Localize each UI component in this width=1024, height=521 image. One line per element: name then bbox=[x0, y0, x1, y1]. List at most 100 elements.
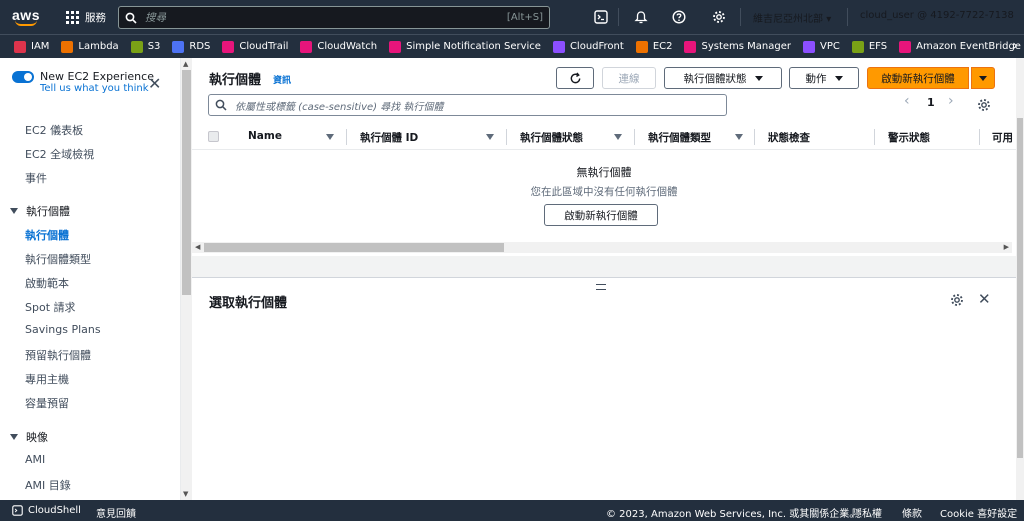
column-separator[interactable] bbox=[754, 129, 755, 145]
new-experience-toggle[interactable] bbox=[12, 71, 34, 83]
sidebar-item[interactable]: EC2 儀表板 bbox=[25, 122, 83, 138]
sidebar-item[interactable]: AMI 目錄 bbox=[25, 477, 71, 493]
split-panel-drag-handle-icon[interactable] bbox=[596, 284, 606, 290]
sidebar-item[interactable]: Spot 請求 bbox=[25, 299, 76, 315]
sidebar-item[interactable]: 執行個體 bbox=[25, 227, 69, 243]
actions-dropdown[interactable]: 動作 bbox=[789, 67, 859, 89]
help-icon[interactable] bbox=[670, 8, 688, 26]
global-search-input[interactable]: 搜尋 [Alt+S] bbox=[118, 6, 550, 29]
cookie-preferences-link[interactable]: Cookie 喜好設定 bbox=[940, 505, 1017, 520]
sidebar-scrollbar[interactable]: ▲ ▼ bbox=[180, 58, 192, 500]
scroll-up-icon[interactable]: ▲ bbox=[183, 60, 188, 68]
column-status-check[interactable]: 狀態檢查 bbox=[768, 130, 810, 145]
favorite-item[interactable]: Systems Manager bbox=[684, 40, 791, 53]
empty-launch-instances-button[interactable]: 啟動新執行個體 bbox=[544, 204, 658, 226]
sort-down-icon[interactable] bbox=[614, 134, 622, 140]
sidebar-item[interactable]: Savings Plans bbox=[25, 323, 101, 336]
search-shortcut: [Alt+S] bbox=[506, 12, 543, 23]
close-sidebar-icon[interactable]: ✕ bbox=[148, 74, 161, 93]
column-alarm-status[interactable]: 警示狀態 bbox=[888, 130, 930, 145]
page-scrollbar-thumb[interactable] bbox=[1017, 118, 1023, 458]
column-separator[interactable] bbox=[634, 129, 635, 145]
privacy-link[interactable]: 隱私權 bbox=[852, 505, 882, 520]
favorite-item[interactable]: EC2 bbox=[635, 40, 672, 53]
column-name[interactable]: Name bbox=[248, 130, 282, 142]
favorite-item[interactable]: CloudFront bbox=[552, 40, 624, 53]
service-icon bbox=[803, 40, 815, 53]
favorites-scroll-right-icon[interactable]: › bbox=[1012, 38, 1018, 54]
sidebar-item[interactable]: EC2 全域檢視 bbox=[25, 146, 94, 162]
page-number[interactable]: 1 bbox=[927, 96, 935, 109]
sort-down-icon[interactable] bbox=[326, 134, 334, 140]
favorite-item[interactable]: S3 bbox=[130, 40, 160, 53]
feedback-link[interactable]: Tell us what you think bbox=[40, 83, 154, 94]
service-icon bbox=[389, 40, 402, 53]
info-link[interactable]: 資訊 bbox=[273, 73, 291, 86]
sidebar-section-images[interactable]: 映像 bbox=[10, 429, 48, 445]
favorite-item[interactable]: Amazon EventBridge bbox=[899, 40, 1021, 53]
launch-options-dropdown[interactable] bbox=[971, 67, 995, 89]
cloudshell-icon[interactable] bbox=[592, 8, 610, 26]
instance-state-dropdown[interactable]: 執行個體狀態 bbox=[664, 67, 782, 89]
sidebar-item[interactable]: 專用主機 bbox=[25, 371, 69, 387]
next-page-icon[interactable]: › bbox=[948, 93, 954, 109]
table-horizontal-scrollbar[interactable]: ◀ ▶ bbox=[192, 242, 1012, 253]
page-scrollbar[interactable] bbox=[1016, 58, 1024, 500]
column-instance-type[interactable]: 執行個體類型 bbox=[648, 130, 711, 145]
column-separator[interactable] bbox=[874, 129, 875, 145]
caret-down-icon bbox=[10, 208, 18, 214]
sidebar-item[interactable]: 啟動範本 bbox=[25, 275, 69, 291]
sidebar-item[interactable]: 事件 bbox=[25, 170, 47, 186]
filter-placeholder: 依屬性或標籤 (case-sensitive) 尋找 執行個體 bbox=[235, 101, 444, 113]
region-selector[interactable]: 維吉尼亞州北部 ▾ bbox=[753, 10, 831, 25]
cloudshell-button[interactable]: CloudShell bbox=[12, 505, 81, 516]
split-panel-preferences-gear-icon[interactable] bbox=[950, 293, 964, 310]
account-menu[interactable]: cloud_user @ 4192-7722-7138 bbox=[860, 10, 1014, 21]
sidebar-item[interactable]: 執行個體類型 bbox=[25, 251, 91, 267]
aws-logo[interactable]: aws bbox=[0, 0, 52, 34]
nav-separator bbox=[618, 8, 619, 26]
refresh-button[interactable] bbox=[556, 67, 594, 89]
sidebar-item[interactable]: 預留執行個體 bbox=[25, 347, 91, 363]
favorite-item[interactable]: EFS bbox=[851, 40, 887, 53]
sidebar-scrollbar-thumb[interactable] bbox=[182, 70, 191, 295]
select-all-checkbox[interactable] bbox=[208, 131, 219, 142]
favorite-item[interactable]: RDS bbox=[172, 40, 210, 53]
column-separator[interactable] bbox=[979, 129, 980, 145]
table-preferences-gear-icon[interactable] bbox=[977, 98, 991, 115]
cloudshell-label: CloudShell bbox=[28, 505, 81, 516]
favorite-item[interactable]: VPC bbox=[803, 40, 840, 53]
notifications-bell-icon[interactable] bbox=[632, 8, 650, 26]
close-split-panel-icon[interactable]: ✕ bbox=[978, 290, 991, 308]
sort-down-icon[interactable] bbox=[486, 134, 494, 140]
favorite-item[interactable]: CloudTrail bbox=[222, 40, 288, 53]
settings-gear-icon[interactable] bbox=[710, 8, 728, 26]
scroll-down-icon[interactable]: ▼ bbox=[183, 490, 188, 498]
previous-page-icon[interactable]: ‹ bbox=[904, 93, 910, 109]
connect-button[interactable]: 連線 bbox=[602, 67, 656, 89]
column-instance-id[interactable]: 執行個體 ID bbox=[360, 130, 418, 145]
nav-separator bbox=[847, 8, 848, 26]
sidebar-section-instances[interactable]: 執行個體 bbox=[10, 203, 70, 219]
scroll-left-icon[interactable]: ◀ bbox=[195, 243, 200, 251]
favorite-item[interactable]: Lambda bbox=[61, 40, 119, 53]
favorite-item[interactable]: IAM bbox=[14, 40, 49, 53]
launch-instances-button[interactable]: 啟動新執行個體 bbox=[867, 67, 969, 89]
terms-link[interactable]: 條款 bbox=[902, 505, 922, 520]
services-menu-button[interactable]: 服務 bbox=[52, 10, 116, 25]
sidebar-item[interactable]: AMI bbox=[25, 453, 45, 466]
instance-filter-input[interactable]: 依屬性或標籤 (case-sensitive) 尋找 執行個體 bbox=[208, 94, 727, 116]
favorite-item[interactable]: CloudWatch bbox=[300, 40, 377, 53]
column-instance-state[interactable]: 執行個體狀態 bbox=[520, 130, 583, 145]
column-separator[interactable] bbox=[506, 129, 507, 145]
favorite-item[interactable]: Simple Notification Service bbox=[389, 40, 541, 53]
sort-down-icon[interactable] bbox=[735, 134, 743, 140]
column-separator[interactable] bbox=[346, 129, 347, 145]
feedback-button[interactable]: 意見回饋 bbox=[96, 505, 136, 520]
column-availability-zone[interactable]: 可用 bbox=[992, 130, 1013, 145]
table-scrollbar-thumb[interactable] bbox=[204, 243, 504, 252]
sidebar-item[interactable]: 容量預留 bbox=[25, 395, 69, 411]
scroll-right-icon[interactable]: ▶ bbox=[1004, 243, 1009, 251]
refresh-icon bbox=[570, 71, 580, 83]
favorite-label: VPC bbox=[820, 41, 840, 52]
